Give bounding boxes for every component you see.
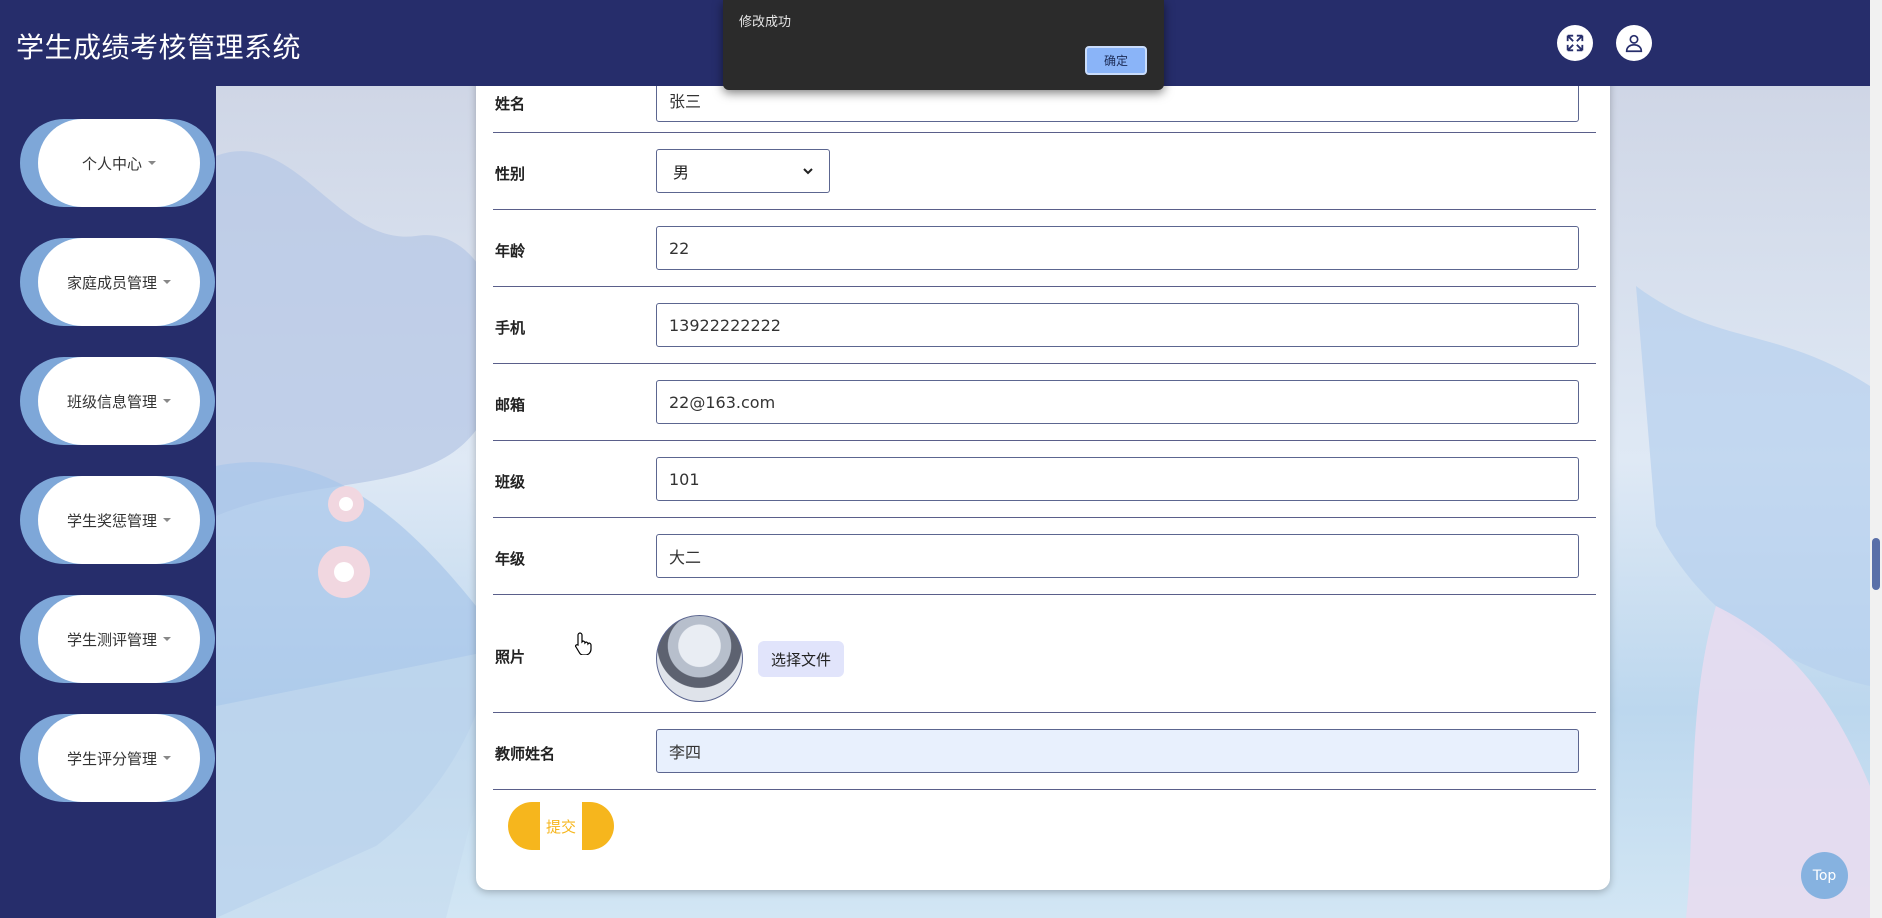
user-icon — [1625, 34, 1643, 53]
sidebar-item-class-info[interactable]: 班级信息管理 — [20, 357, 215, 445]
sidebar-pill: 学生奖惩管理 — [38, 476, 200, 564]
caret-down-icon — [163, 518, 171, 522]
form-row-phone: 手机 13922222222 — [493, 287, 1596, 364]
sidebar-pill: 学生测评管理 — [38, 595, 200, 683]
scrollbar-thumb[interactable] — [1872, 538, 1880, 590]
submit-button[interactable]: 提交 — [508, 802, 614, 850]
expand-icon — [1566, 34, 1584, 52]
caret-down-icon — [163, 280, 171, 284]
sidebar-pill: 班级信息管理 — [38, 357, 200, 445]
caret-down-icon — [163, 399, 171, 403]
sidebar-item-personal-center[interactable]: 个人中心 — [20, 119, 215, 207]
sidebar-item-label: 班级信息管理 — [66, 392, 157, 411]
app-title: 学生成绩考核管理系统 — [16, 31, 302, 64]
phone-input[interactable]: 13922222222 — [656, 303, 1579, 347]
fullscreen-button[interactable] — [1557, 25, 1593, 61]
sidebar-item-label: 学生奖惩管理 — [66, 511, 157, 530]
chevron-down-icon — [803, 168, 813, 175]
form-row-class: 班级 101 — [493, 441, 1596, 518]
form-row-photo: 照片 选择文件 — [493, 595, 1596, 713]
class-input[interactable]: 101 — [656, 457, 1579, 501]
age-label: 年龄 — [495, 242, 526, 260]
email-label: 邮箱 — [495, 396, 526, 414]
alert-ok-button[interactable]: 确定 — [1085, 46, 1147, 75]
caret-down-icon — [148, 161, 156, 165]
alert-message: 修改成功 — [739, 15, 792, 30]
gender-value: 男 — [673, 163, 690, 182]
sidebar-pill: 个人中心 — [38, 119, 200, 207]
sidebar-item-scoring[interactable]: 学生评分管理 — [20, 714, 215, 802]
sidebar-item-label: 学生评分管理 — [66, 749, 157, 768]
user-button[interactable] — [1616, 25, 1652, 61]
gender-label: 性别 — [495, 165, 526, 183]
page-scrollbar[interactable] — [1870, 0, 1882, 918]
hand-cursor-icon — [575, 632, 592, 655]
caret-down-icon — [163, 637, 171, 641]
form-row-email: 邮箱 22@163.com — [493, 364, 1596, 441]
email-input[interactable]: 22@163.com — [656, 380, 1579, 424]
sidebar-pill: 学生评分管理 — [38, 714, 200, 802]
sidebar-item-evaluation[interactable]: 学生测评管理 — [20, 595, 215, 683]
class-label: 班级 — [495, 473, 526, 491]
teacher-label: 教师姓名 — [495, 745, 556, 763]
sidebar-item-label: 家庭成员管理 — [66, 273, 157, 292]
sidebar-pill: 家庭成员管理 — [38, 238, 200, 326]
gender-select[interactable]: 男 — [656, 149, 830, 193]
sidebar: 个人中心 家庭成员管理 班级信息管理 学生奖惩管理 学生测评管理 学生评分管理 — [0, 86, 216, 918]
back-to-top-button[interactable]: Top — [1801, 852, 1848, 899]
form-row-gender: 性别 男 — [493, 133, 1596, 210]
caret-down-icon — [163, 756, 171, 760]
grade-label: 年级 — [495, 550, 526, 568]
sidebar-item-label: 个人中心 — [81, 154, 142, 173]
sidebar-item-label: 学生测评管理 — [66, 630, 157, 649]
grade-input[interactable]: 大二 — [656, 534, 1579, 578]
form-row-age: 年龄 22 — [493, 210, 1596, 287]
form-row-grade: 年级 大二 — [493, 518, 1596, 595]
edit-form-card: 姓名 张三 性别 男 年龄 22 手机 13922222222 邮箱 22@16… — [476, 60, 1610, 890]
photo-preview — [656, 615, 743, 702]
form-row-teacher: 教师姓名 李四 — [493, 713, 1596, 790]
alert-dialog: 修改成功 确定 — [723, 0, 1164, 90]
age-input[interactable]: 22 — [656, 226, 1579, 270]
phone-label: 手机 — [495, 319, 526, 337]
sidebar-item-family[interactable]: 家庭成员管理 — [20, 238, 215, 326]
choose-file-button[interactable]: 选择文件 — [758, 641, 844, 677]
teacher-input[interactable]: 李四 — [656, 729, 1579, 773]
photo-label: 照片 — [495, 648, 526, 666]
sidebar-item-rewards[interactable]: 学生奖惩管理 — [20, 476, 215, 564]
submit-label: 提交 — [540, 802, 582, 850]
name-label: 姓名 — [495, 95, 526, 113]
